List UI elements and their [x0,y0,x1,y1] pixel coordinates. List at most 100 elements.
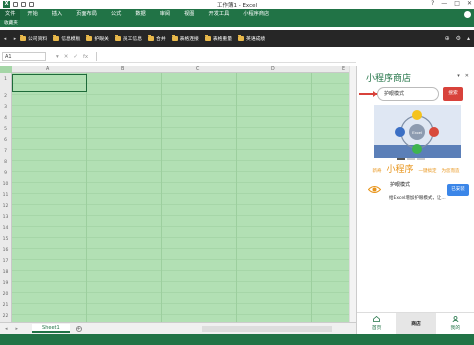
favorite-item[interactable]: 表格重量 [204,35,232,42]
row-header[interactable]: 7 [0,149,11,154]
favorite-item[interactable]: 信息模板 [53,35,80,42]
row-header[interactable]: 10 [0,182,11,187]
namebox-dropdown-icon[interactable]: ▾ [56,54,59,60]
feature-tag: 一键搞定 [418,169,437,174]
column-header[interactable]: A [46,66,49,73]
carousel-dot[interactable] [407,158,415,160]
add-sheet-icon[interactable]: + [75,325,82,332]
tab-mini-program-store[interactable]: 小程序商店 [236,9,276,20]
row-header[interactable]: 8 [0,160,11,165]
settings-icon[interactable]: ⚙ [456,35,461,42]
folder-icon [171,35,178,41]
cancel-icon[interactable]: ✕ [64,54,69,60]
account-icon[interactable] [464,11,471,18]
row-header[interactable]: 5 [0,127,11,132]
tab-view[interactable]: 视图 [177,9,201,20]
row-header[interactable]: 15 [0,237,11,242]
row-header[interactable]: 3 [0,105,11,110]
nav-mine[interactable]: 我的 [436,313,474,334]
tab-page-layout[interactable]: 页面布局 [69,9,104,20]
favorite-item[interactable]: 合并 [148,35,166,42]
feature-tag: 小程序 [386,165,414,175]
app-list-item[interactable]: 护眼模式 给Excel增加护眼模式，让... 已安装 [363,181,473,211]
column-header[interactable]: E [342,66,345,73]
row-header[interactable]: 12 [0,204,11,209]
store-search-input[interactable]: 护眼模式 [377,87,439,101]
collapse-icon[interactable]: ▴ [467,35,470,42]
favorite-item[interactable]: 护眼关 [86,35,109,42]
nav-home[interactable]: 首页 [357,313,396,334]
worksheet: A B C D E 1 2 3 4 5 6 7 8 9 10 11 12 13 … [0,66,349,322]
column-header[interactable]: C [196,66,199,73]
minimize-icon[interactable]: — [441,0,447,7]
maximize-icon[interactable]: □ [454,0,460,7]
tab-home[interactable]: 开始 [20,9,44,20]
vertical-scrollbar[interactable] [349,66,356,322]
panel-dropdown-icon[interactable]: ▾ [457,73,460,79]
row-header[interactable]: 19 [0,281,11,286]
banner-node-icon [395,127,405,137]
folder-icon [148,35,155,41]
row-header[interactable]: 1 [0,77,11,82]
enter-icon[interactable]: ✓ [73,54,78,60]
row-header[interactable]: 6 [0,138,11,143]
nav-left-icon[interactable]: ◂ [0,36,10,42]
folder-icon [20,35,26,41]
name-box[interactable]: A1 [2,52,46,61]
tab-file[interactable]: 文件 [0,9,21,20]
active-cell[interactable] [12,74,87,92]
cell-grid[interactable] [12,73,349,322]
row-header[interactable]: 11 [0,193,11,198]
row-header[interactable]: 18 [0,270,11,275]
help-icon[interactable]: ? [431,0,434,7]
add-favorite-icon[interactable]: ⊕ [445,35,450,42]
favorite-item[interactable]: 表格连接 [171,35,199,42]
sheet-tab[interactable]: Sheet1 [32,324,70,333]
panel-bottom-nav: 首页 商店 我的 [357,312,474,334]
banner-graphic: Excel [374,105,461,158]
formula-input[interactable] [96,52,356,61]
row-header[interactable]: 14 [0,226,11,231]
panel-close-icon[interactable]: ✕ [465,73,469,79]
column-header[interactable]: D [271,66,275,73]
close-icon[interactable]: ✕ [467,0,472,7]
tab-data[interactable]: 数据 [128,9,152,20]
installed-button[interactable]: 已安装 [447,184,469,196]
row-header[interactable]: 22 [0,314,11,319]
nav-store[interactable]: 商店 [396,313,436,334]
tab-formulas[interactable]: 公式 [104,9,128,20]
status-bar [0,334,474,345]
folder-icon [114,35,121,41]
promo-banner[interactable]: Excel [374,105,461,158]
favorite-item[interactable]: 英语成绩 [238,35,265,42]
carousel-dots [397,158,425,160]
tab-insert[interactable]: 插入 [45,9,69,20]
carousel-dot[interactable] [397,158,405,160]
row-header[interactable]: 21 [0,303,11,308]
search-button[interactable]: 搜索 [443,87,463,101]
favorite-item[interactable]: 员工信息 [114,35,142,42]
column-header[interactable]: B [121,66,124,73]
favorite-item[interactable]: 公司资料 [20,35,47,42]
title-bar: X 工作簿1 - Excel ? — □ ✕ [0,0,474,9]
nav-right-icon[interactable]: ▸ [10,36,20,42]
folder-icon [86,35,93,41]
row-header[interactable]: 17 [0,259,11,264]
row-header[interactable]: 13 [0,215,11,220]
tab-review[interactable]: 审阅 [153,9,177,20]
row-header[interactable]: 20 [0,292,11,297]
carousel-dot[interactable] [417,158,425,160]
sheet-tab-bar: ◂ ▸ Sheet1 + [0,322,356,334]
row-header[interactable]: 2 [0,94,11,99]
formula-bar: A1 ▾ ✕ ✓ fx [0,51,356,63]
horizontal-scrollbar[interactable] [201,325,332,332]
folder-icon [53,35,60,41]
next-sheet-icon[interactable]: ▸ [16,326,19,332]
tab-developer[interactable]: 开发工具 [202,9,237,20]
insert-function-icon[interactable]: fx [83,54,88,60]
row-header[interactable]: 9 [0,171,11,176]
prev-sheet-icon[interactable]: ◂ [5,326,8,332]
row-header[interactable]: 4 [0,116,11,121]
panel-controls: ▾ ✕ [457,73,469,79]
row-header[interactable]: 16 [0,248,11,253]
